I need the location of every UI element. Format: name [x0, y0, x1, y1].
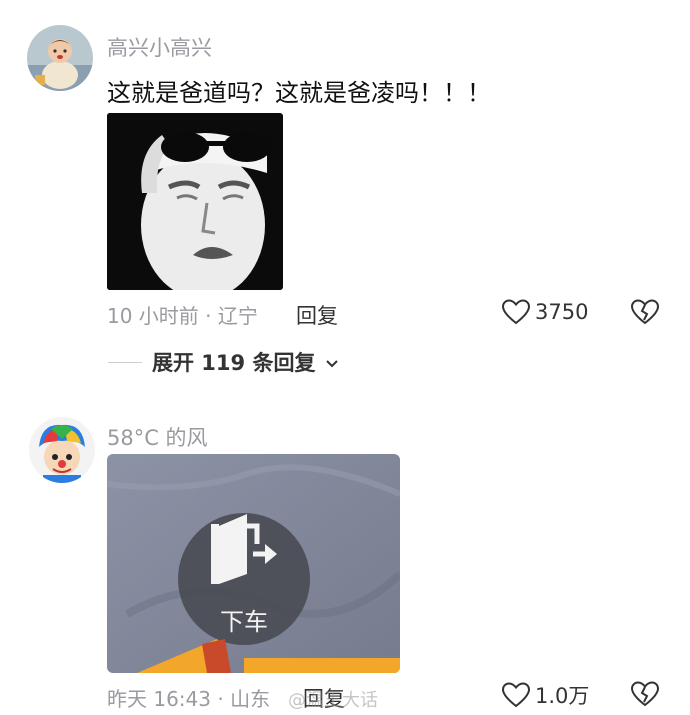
dislike-button[interactable]: [630, 298, 660, 326]
like-count: 3750: [535, 300, 589, 324]
comment-meta: 10 小时前 · 辽宁: [107, 304, 258, 328]
heart-outline-icon: [501, 681, 531, 709]
comment-image-exit[interactable]: 下车: [107, 454, 400, 673]
like-count: 1.0万: [535, 684, 590, 708]
dislike-button[interactable]: [630, 680, 660, 708]
heart-outline-icon: [501, 298, 531, 326]
expand-replies-label: 展开 119 条回复: [152, 351, 316, 375]
comment-text: 这就是爸道吗？这就是爸凌吗！！！: [107, 79, 491, 107]
reply-button[interactable]: 回复: [296, 300, 338, 330]
comment-image-meme[interactable]: [107, 113, 283, 290]
chevron-down-icon: [325, 350, 339, 374]
avatar[interactable]: [29, 417, 95, 483]
username[interactable]: 58°C 的风: [107, 422, 208, 452]
username[interactable]: 高兴小高兴: [107, 32, 212, 62]
comment-meta: 昨天 16:43 · 山东: [107, 687, 271, 711]
divider-line: [108, 361, 142, 363]
expand-replies-button[interactable]: 展开 119 条回复: [108, 347, 339, 377]
broken-heart-icon: [630, 680, 660, 708]
broken-heart-icon: [630, 298, 660, 326]
avatar[interactable]: [27, 25, 93, 91]
like-button[interactable]: 1.0万: [501, 680, 589, 710]
like-button[interactable]: 3750: [501, 298, 588, 326]
watermark: @温王大话: [288, 690, 378, 711]
exit-label: 下车: [220, 608, 268, 636]
